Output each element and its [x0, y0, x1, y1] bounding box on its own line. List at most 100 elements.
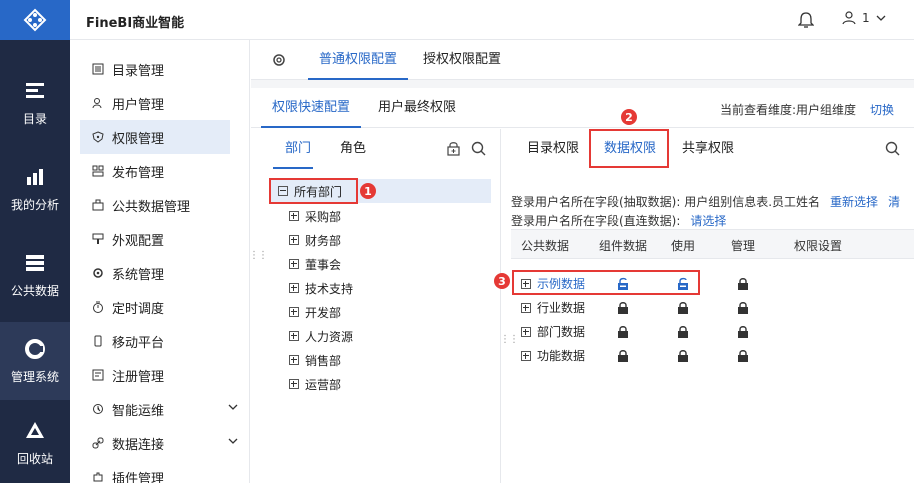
tab-share-permission[interactable]: 共享权限: [682, 129, 734, 169]
settings-sidebar: 目录管理 用户管理 权限管理 发布管理 公共数据管理 外观配置 系统管理 定时调…: [70, 40, 250, 483]
left-rail: 目录 我的分析 公共数据 管理系统 回收站: [0, 0, 70, 483]
expand-icon[interactable]: [289, 211, 299, 221]
tree-node[interactable]: 技术支持: [289, 278, 353, 298]
public-data-icon: [26, 254, 44, 271]
sidebar-item-system[interactable]: 系统管理: [80, 256, 230, 290]
expand-icon[interactable]: [289, 307, 299, 317]
gear-icon[interactable]: [271, 52, 287, 68]
permission-panel: 目录权限 数据权限 2 共享权限 登录用户名所在字段(抽取数据): 用户组别信息…: [494, 109, 914, 483]
lock-icon[interactable]: [617, 301, 629, 314]
tree-node[interactable]: 销售部: [289, 350, 341, 370]
clear-link[interactable]: 清: [888, 195, 900, 209]
annotation-box-3: [512, 270, 700, 295]
lock-icon[interactable]: [737, 301, 749, 314]
search-icon[interactable]: [471, 141, 486, 156]
data-item[interactable]: 功能数据: [521, 347, 585, 364]
tab-final-permission[interactable]: 用户最终权限: [378, 88, 456, 128]
sidebar-item-label: 目录管理: [112, 63, 165, 79]
lock-icon[interactable]: [677, 301, 689, 314]
sidebar-item-label: 插件管理: [112, 471, 165, 483]
sidebar-item-register[interactable]: 注册管理: [80, 358, 230, 392]
expand-icon[interactable]: [289, 235, 299, 245]
sidebar-item-permissions[interactable]: 权限管理: [80, 120, 230, 154]
lock-icon[interactable]: [617, 325, 629, 338]
rail-label: 公共数据: [10, 283, 59, 298]
data-item-label: 部门数据: [537, 325, 586, 339]
sidebar-item-catalog[interactable]: 目录管理: [80, 52, 230, 86]
resize-handle-left[interactable]: ⋮⋮: [249, 251, 268, 261]
expand-icon[interactable]: [289, 331, 299, 341]
sidebar-item-label: 公共数据管理: [112, 199, 191, 215]
sidebar-item-public-data[interactable]: 公共数据管理: [80, 188, 230, 222]
tree-node[interactable]: 财务部: [289, 230, 341, 250]
tree-node[interactable]: 采购部: [289, 206, 341, 226]
expand-icon[interactable]: [521, 326, 531, 337]
annotation-badge-2: 2: [621, 109, 637, 125]
analysis-icon: [27, 168, 43, 185]
tab-grant-permission[interactable]: 授权权限配置: [423, 40, 501, 80]
tree-node[interactable]: 董事会: [289, 254, 341, 274]
column-header: 使用: [671, 239, 696, 253]
register-icon: [92, 369, 104, 381]
user-icon: [842, 11, 856, 25]
gear-icon: [93, 268, 103, 278]
direct-field-info: 登录用户名所在字段(直连数据): 请选择: [511, 212, 726, 229]
tab-department[interactable]: 部门: [285, 129, 311, 169]
logo-icon: [23, 8, 47, 32]
tab-normal-permission[interactable]: 普通权限配置: [308, 40, 408, 80]
sidebar-item-users[interactable]: 用户管理: [80, 86, 230, 120]
sidebar-item-label: 用户管理: [112, 97, 165, 113]
lock-icon[interactable]: [737, 349, 749, 362]
expand-icon[interactable]: [289, 259, 299, 269]
data-item[interactable]: 部门数据: [521, 323, 585, 340]
plugin-icon: [93, 472, 103, 482]
table-row: 行业数据: [511, 296, 914, 320]
switch-link[interactable]: 切换: [870, 101, 894, 118]
rail-item-management[interactable]: 管理系统: [0, 322, 70, 400]
sidebar-item-schedule[interactable]: 定时调度: [80, 290, 230, 324]
user-name: 1: [862, 11, 870, 25]
data-item[interactable]: 行业数据: [521, 299, 585, 316]
rail-item-public-data[interactable]: 公共数据: [0, 236, 70, 314]
sidebar-item-plugins[interactable]: 插件管理: [80, 460, 230, 483]
sidebar-item-publish[interactable]: 发布管理: [80, 154, 230, 188]
shield-icon: [92, 131, 104, 143]
tree-node[interactable]: 开发部: [289, 302, 341, 322]
tab-role[interactable]: 角色: [340, 129, 366, 169]
search-icon[interactable]: [885, 141, 900, 156]
expand-icon[interactable]: [289, 379, 299, 389]
user-menu[interactable]: 1: [842, 11, 886, 25]
app-logo[interactable]: [0, 0, 70, 40]
rail-item-catalog[interactable]: 目录: [0, 64, 70, 142]
chevron-down-icon[interactable]: [228, 403, 238, 411]
tree-node-label: 董事会: [305, 257, 342, 272]
rail-item-my-analysis[interactable]: 我的分析: [0, 150, 70, 228]
sidebar-item-data-connection[interactable]: 数据连接: [80, 426, 238, 460]
lock-add-icon[interactable]: [446, 141, 461, 156]
sidebar-item-appearance[interactable]: 外观配置: [80, 222, 230, 256]
sidebar-item-ops[interactable]: 智能运维: [80, 392, 238, 426]
expand-icon[interactable]: [521, 350, 531, 361]
lock-icon[interactable]: [737, 277, 749, 290]
tree-node[interactable]: 人力资源: [289, 326, 353, 346]
tree-node[interactable]: 运营部: [289, 374, 341, 394]
sidebar-item-mobile[interactable]: 移动平台: [80, 324, 230, 358]
lock-icon[interactable]: [617, 349, 629, 362]
second-tabs: 权限快速配置 用户最终权限 当前查看维度:用户组维度 切换: [251, 88, 914, 128]
top-bar: FineBI商业智能 1: [70, 0, 914, 40]
annotation-box-2: [589, 129, 669, 168]
expand-icon[interactable]: [289, 283, 299, 293]
expand-icon[interactable]: [521, 302, 531, 313]
rail-item-recycle[interactable]: 回收站: [0, 404, 70, 482]
lock-icon[interactable]: [677, 325, 689, 338]
reselect-link[interactable]: 重新选择: [830, 195, 878, 209]
bell-icon[interactable]: [798, 11, 814, 29]
lock-icon[interactable]: [677, 349, 689, 362]
tab-quick-config[interactable]: 权限快速配置: [261, 88, 361, 128]
lock-icon[interactable]: [737, 325, 749, 338]
expand-icon[interactable]: [289, 355, 299, 365]
department-panel: 部门 角色 所有部门 1 采购部 财务部 董事会 技术支持 开发部 人力资源 销…: [251, 129, 501, 483]
chevron-down-icon[interactable]: [228, 437, 238, 445]
tab-catalog-permission[interactable]: 目录权限: [527, 129, 579, 169]
select-link[interactable]: 请选择: [690, 214, 726, 228]
